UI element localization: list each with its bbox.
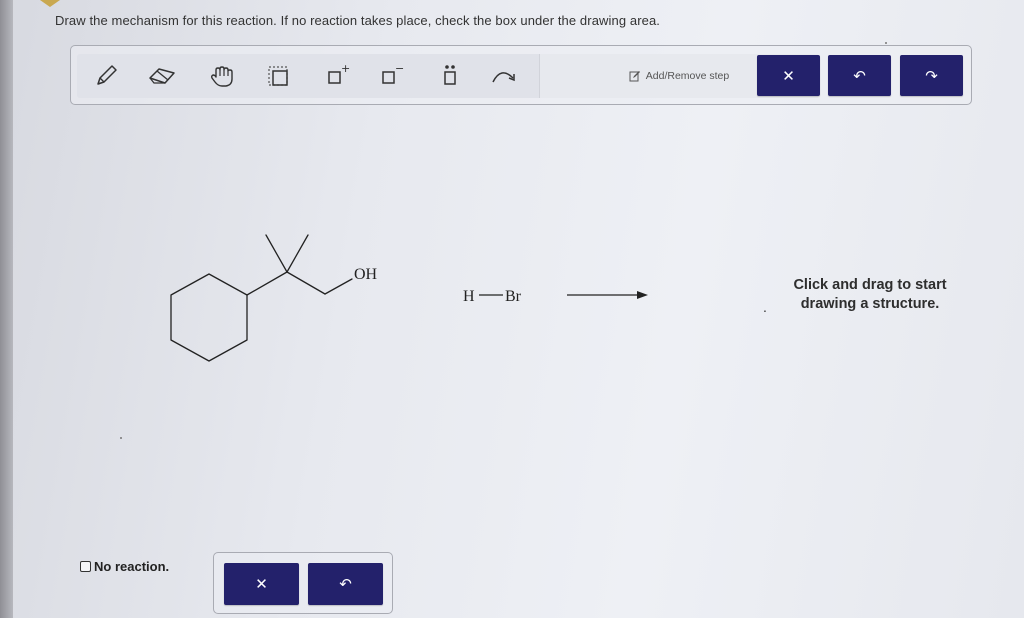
- drawing-toolbar: + − Add/Remove step ✕ ↶ ↷: [70, 45, 972, 105]
- speck: [120, 437, 122, 439]
- question-instructions: Draw the mechanism for this reaction. If…: [55, 13, 660, 28]
- redo-icon: ↷: [925, 67, 938, 85]
- pencil-tool[interactable]: [89, 62, 123, 90]
- close-icon: ✕: [782, 67, 795, 85]
- hand-tool[interactable]: [205, 62, 239, 90]
- hydrogen-label: H: [463, 288, 475, 305]
- curved-arrow-icon: [492, 72, 515, 83]
- eraser-icon: [149, 68, 175, 84]
- redo-button[interactable]: ↷: [900, 55, 963, 96]
- reaction-arrow-icon: [567, 291, 648, 299]
- undo-icon: ↶: [853, 67, 866, 85]
- positive-charge-tool[interactable]: +: [319, 62, 353, 90]
- clear-answer-button[interactable]: ✕: [224, 563, 299, 605]
- collapse-arrow-icon[interactable]: [40, 0, 60, 7]
- positive-charge-icon: +: [328, 62, 350, 84]
- edit-icon: [629, 71, 640, 82]
- reactant-structure: OH: [170, 234, 378, 362]
- window-edge: [0, 0, 13, 618]
- no-reaction-option[interactable]: No reaction.: [80, 559, 169, 574]
- lone-pair-icon: [444, 65, 456, 85]
- hydroxyl-label: OH: [354, 266, 378, 283]
- undo-icon: ↶: [339, 576, 352, 593]
- eraser-tool[interactable]: [145, 62, 179, 90]
- select-tool[interactable]: [261, 62, 295, 90]
- svg-text:+: +: [341, 62, 350, 75]
- no-reaction-label: No reaction.: [94, 559, 170, 574]
- cursor-dot: .: [763, 299, 767, 315]
- hand-icon: [210, 66, 233, 87]
- bromine-label: Br: [505, 288, 522, 305]
- no-reaction-checkbox[interactable]: [80, 561, 91, 572]
- add-remove-step-label: Add/Remove step: [645, 70, 730, 82]
- speck: [885, 42, 887, 44]
- answer-controls: ✕ ↶: [213, 552, 393, 614]
- negative-charge-icon: −: [382, 62, 404, 84]
- close-icon: ✕: [255, 576, 268, 593]
- undo-button[interactable]: ↶: [828, 55, 891, 96]
- selection-box-icon: [268, 66, 288, 86]
- lone-pair-tool[interactable]: [433, 62, 467, 90]
- canvas-hint: Click and drag to start drawing a struct…: [793, 277, 947, 312]
- undo-answer-button[interactable]: ↶: [308, 563, 383, 605]
- clear-button[interactable]: ✕: [757, 55, 820, 96]
- svg-text:−: −: [395, 62, 404, 75]
- pencil-icon: [97, 65, 117, 85]
- negative-charge-tool[interactable]: −: [373, 62, 407, 90]
- curved-arrow-tool[interactable]: [487, 62, 521, 90]
- reagent-hbr: H Br: [463, 288, 522, 305]
- tool-group: + − Add/Remove step: [77, 54, 818, 98]
